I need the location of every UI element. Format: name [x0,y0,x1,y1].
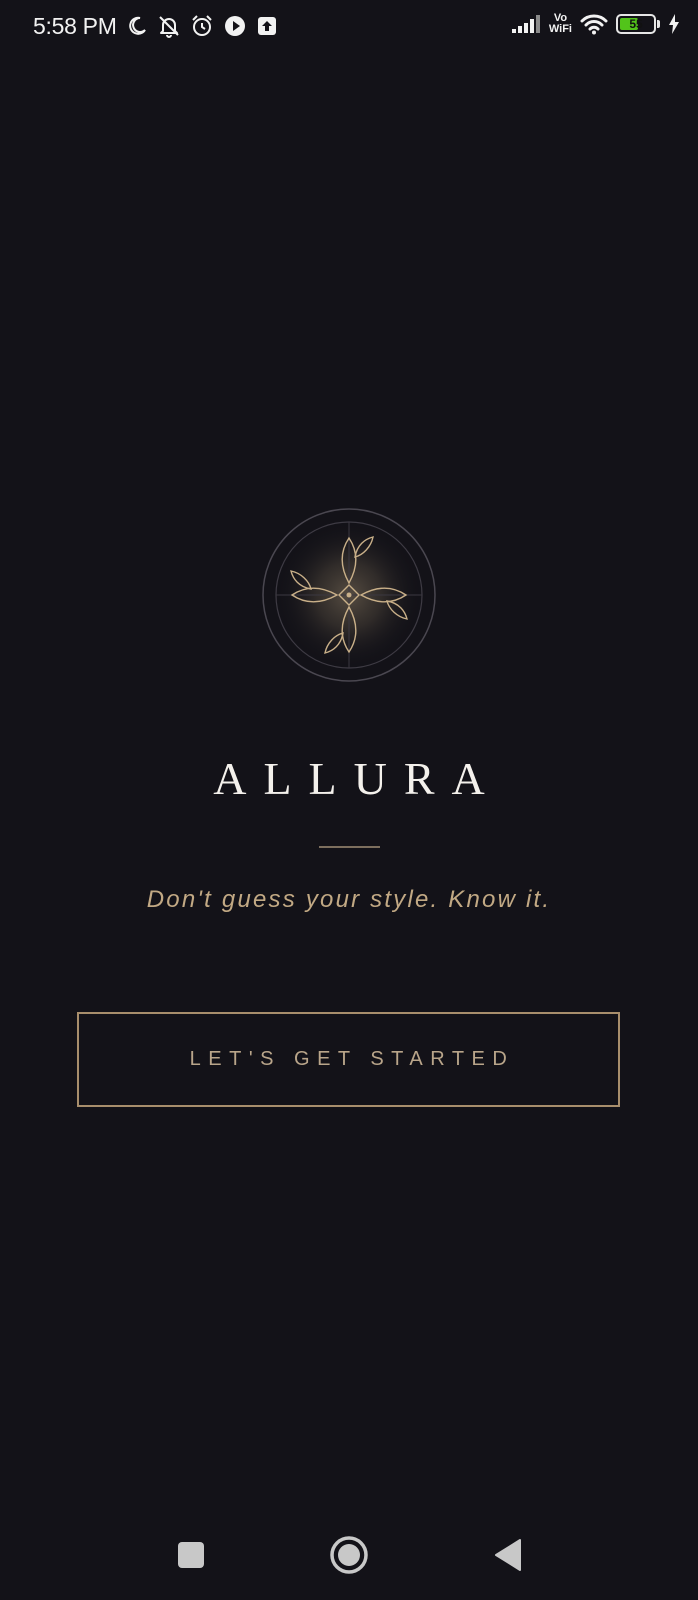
status-icons-right: Vo WiFi 55 [511,13,680,35]
play-icon [225,16,245,36]
get-started-button[interactable]: LET'S GET STARTED [77,1012,620,1107]
battery-level: 55 [629,17,643,31]
wifi-icon [580,14,608,35]
brand-title: ALLURA [213,753,502,804]
home-button[interactable] [314,1520,384,1590]
circle-icon [330,1536,368,1574]
allura-logo-emblem [262,508,436,682]
vowifi-icon: Vo WiFi [549,13,572,35]
battery-group: 55 [616,14,660,34]
triangle-back-icon [495,1539,521,1571]
status-icons-left [126,14,278,38]
tagline: Don't guess your style. Know it. [146,886,552,913]
square-icon [178,1542,204,1568]
battery-icon: 55 [616,14,656,34]
title-divider [319,846,380,848]
battery-nub [657,20,660,28]
back-button[interactable] [473,1520,543,1590]
status-bar: 5:58 PM Vo WiFi 55 [0,0,698,52]
vowifi-bottom: WiFi [548,23,572,35]
bell-off-icon [159,16,179,38]
navigation-bar [0,1520,698,1590]
signal-icon [511,15,540,33]
moon-icon [129,16,146,35]
status-time: 5:58 PM [33,13,117,39]
upload-icon [258,17,276,35]
get-started-label: LET'S GET STARTED [189,1048,515,1070]
alarm-icon [192,15,212,36]
charging-icon [669,14,679,34]
recents-button[interactable] [156,1520,226,1590]
